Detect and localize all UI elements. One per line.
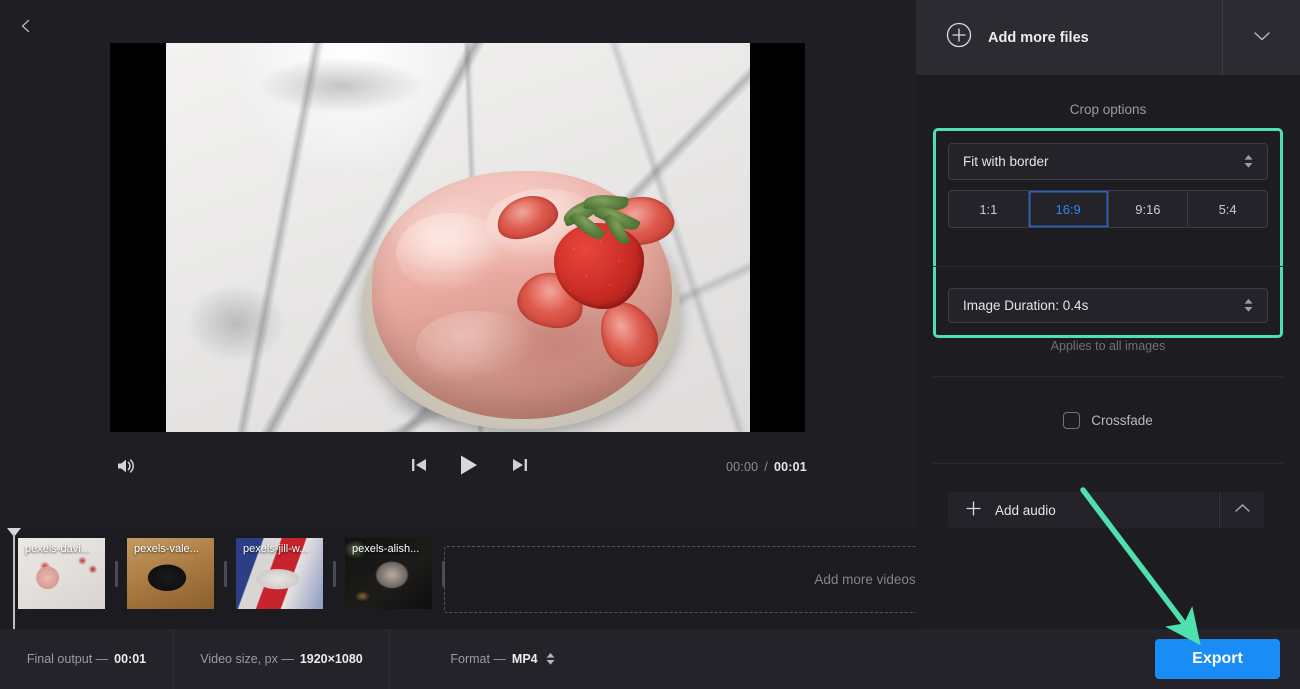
previous-button[interactable] <box>404 452 434 482</box>
add-audio-button[interactable]: Add audio <box>948 492 1218 528</box>
final-output-label: Final output — <box>26 652 109 666</box>
video-preview-stage[interactable] <box>110 43 805 432</box>
panel-divider <box>933 376 1283 377</box>
sidebar-collapse-button[interactable] <box>1222 0 1300 75</box>
current-time: 00:00 <box>726 460 759 474</box>
crossfade-checkbox[interactable] <box>1063 412 1081 429</box>
next-button[interactable] <box>504 452 534 482</box>
crop-mode-value: Fit with border <box>963 154 1049 169</box>
clip-label: pexels-vale... <box>134 543 199 555</box>
video-size-value: 1920×1080 <box>299 652 363 666</box>
clip-label: pexels-jill-w... <box>243 543 309 555</box>
preview-subject <box>356 161 686 431</box>
clip-label: pexels-davi... <box>25 543 90 555</box>
final-output-info: Final output — 00:01 <box>0 629 174 689</box>
video-frame <box>166 43 750 432</box>
ratio-button-9-16[interactable]: 9:16 <box>1109 191 1189 227</box>
back-button[interactable] <box>8 8 44 44</box>
sidebar-header: Add more files <box>916 0 1300 75</box>
image-duration-stepper[interactable]: Image Duration: 0.4s <box>948 288 1268 323</box>
options-sidebar: Add more files Crop options Fit with bor… <box>916 0 1300 629</box>
player-controls: 00:00 / 00:01 <box>0 440 916 498</box>
skip-previous-icon <box>411 457 428 478</box>
chevron-left-icon <box>18 18 34 34</box>
clip-separator <box>105 538 127 609</box>
format-value: MP4 <box>511 652 538 666</box>
stepper-icon <box>1244 299 1253 312</box>
crop-mode-select[interactable]: Fit with border <box>948 143 1268 180</box>
chevron-up-icon <box>1234 501 1251 519</box>
bottom-toolbar: Final output — 00:01 Video size, px — 19… <box>0 629 1300 689</box>
timeline-clip[interactable]: pexels-vale... <box>127 538 214 609</box>
ratio-button-5-4[interactable]: 5:4 <box>1188 191 1267 227</box>
crossfade-toggle[interactable]: Crossfade <box>916 412 1300 429</box>
playhead[interactable] <box>7 528 21 629</box>
transport-controls <box>404 452 534 482</box>
panel-divider <box>933 463 1283 464</box>
crossfade-label: Crossfade <box>1091 413 1153 428</box>
plus-icon <box>966 501 981 519</box>
time-readout: 00:00 / 00:01 <box>726 460 807 474</box>
add-more-files-button[interactable]: Add more files <box>916 0 1222 75</box>
aspect-ratio-group: 1:1 16:9 9:16 5:4 <box>948 190 1268 228</box>
clip-list: pexels-davi... pexels-vale... pexels-jil… <box>18 538 454 609</box>
applies-to-all-note: Applies to all images <box>1050 339 1166 353</box>
export-button[interactable]: Export <box>1155 639 1280 679</box>
video-editor-app: 00:00 / 00:01 pexels-davi... pexels-vale… <box>0 0 1300 689</box>
video-size-info: Video size, px — 1920×1080 <box>174 629 390 689</box>
final-output-value: 00:01 <box>114 652 147 666</box>
crop-options-title: Crop options <box>1069 102 1147 117</box>
format-selector[interactable]: Format — MP4 <box>390 629 615 689</box>
stepper-icon[interactable] <box>546 653 555 665</box>
timeline-clip[interactable]: pexels-jill-w... <box>236 538 323 609</box>
ratio-button-16-9[interactable]: 16:9 <box>1029 191 1109 227</box>
clip-separator <box>323 538 345 609</box>
dropzone-label: Add more videos <box>814 572 916 587</box>
timeline-clip[interactable]: pexels-alish... <box>345 538 432 609</box>
skip-next-icon <box>511 457 528 478</box>
add-audio-label: Add audio <box>995 502 1056 518</box>
chevron-down-icon <box>1253 29 1271 47</box>
volume-button[interactable] <box>106 448 146 488</box>
add-more-files-label: Add more files <box>988 29 1089 46</box>
speaker-icon <box>116 457 136 480</box>
plus-circle-icon <box>946 22 972 53</box>
audio-section-toggle[interactable] <box>1219 492 1264 528</box>
timeline-clip[interactable]: pexels-davi... <box>18 538 105 609</box>
clip-label: pexels-alish... <box>352 543 420 555</box>
stepper-icon <box>1244 155 1253 168</box>
play-icon <box>459 454 479 481</box>
image-duration-value: Image Duration: 0.4s <box>963 298 1089 313</box>
play-button[interactable] <box>454 452 484 482</box>
panel-divider <box>933 266 1283 267</box>
total-time: 00:01 <box>773 460 807 474</box>
clip-separator <box>214 538 236 609</box>
format-label: Format — <box>450 652 506 666</box>
video-size-label: Video size, px — <box>200 652 294 666</box>
ratio-button-1-1[interactable]: 1:1 <box>949 191 1029 227</box>
time-separator: / <box>764 460 768 474</box>
